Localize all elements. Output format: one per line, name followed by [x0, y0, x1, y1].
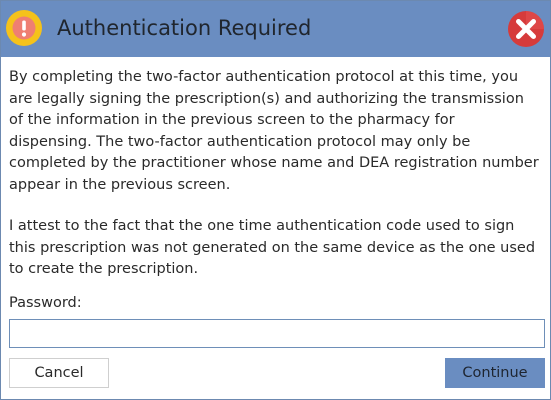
close-icon[interactable] — [506, 9, 546, 49]
legal-signing-notice: By completing the two-factor authenticat… — [9, 69, 539, 193]
dialog-title: Authentication Required — [57, 16, 312, 40]
password-label: Password: — [9, 295, 82, 311]
dialog-titlebar: Authentication Required — [1, 1, 550, 57]
attestation-notice: I attest to the fact that the one time a… — [9, 218, 536, 277]
password-input[interactable] — [9, 319, 545, 348]
dialog-message: By completing the two-factor authenticat… — [9, 67, 539, 281]
continue-button[interactable]: Continue — [445, 358, 545, 388]
cancel-button[interactable]: Cancel — [9, 358, 109, 388]
warning-icon — [5, 9, 43, 47]
authentication-dialog: Authentication Required By completing th… — [0, 0, 551, 400]
